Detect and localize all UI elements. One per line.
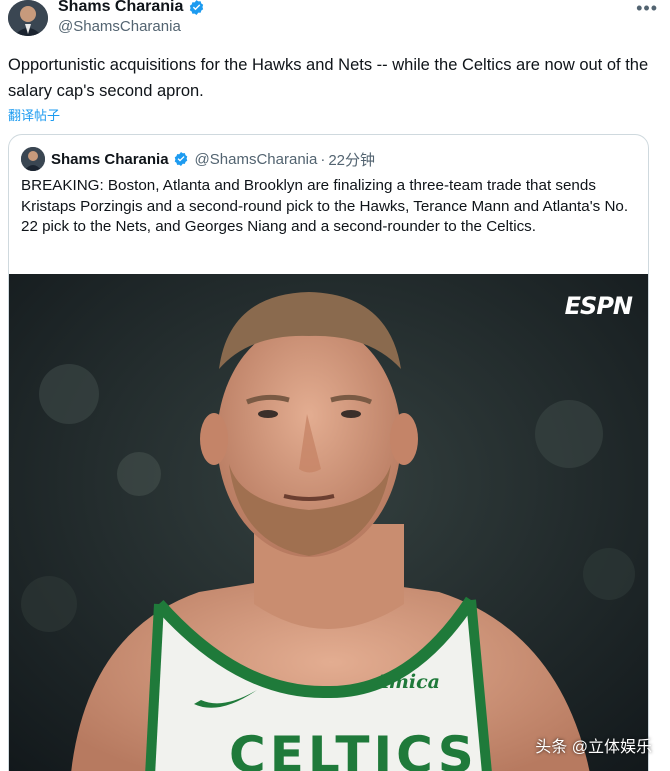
player-photo[interactable]: ESPN Amica CELTICS: [9, 274, 648, 771]
quoted-author-avatar: [21, 147, 45, 171]
quoted-tweet-text: BREAKING: Boston, Atlanta and Brooklyn a…: [21, 177, 629, 235]
author-handle[interactable]: @ShamsCharania: [58, 18, 181, 35]
tweet-text: Opportunistic acquisitions for the Hawks…: [8, 56, 649, 100]
quoted-author-handle: @ShamsCharania: [194, 150, 318, 168]
jersey-wordmark: CELTICS: [229, 726, 478, 771]
verified-badge-icon: [190, 0, 204, 15]
translate-post-link[interactable]: 翻译帖子: [8, 105, 60, 124]
jersey-sponsor: Amica: [374, 671, 440, 693]
quoted-author-name: Shams Charania: [51, 150, 169, 168]
tweet-header: Shams Charania @ShamsCharania •••: [8, 0, 662, 38]
verified-badge-icon: [174, 152, 187, 166]
quoted-tweet-card[interactable]: Shams Charania @ShamsCharania · 22分钟 BRE…: [8, 134, 649, 771]
separator-dot: ·: [320, 150, 326, 168]
author-name-row: Shams Charania: [58, 0, 205, 16]
quoted-tweet-header: Shams Charania @ShamsCharania · 22分钟: [21, 147, 375, 171]
more-horizontal-icon[interactable]: •••: [636, 0, 658, 19]
source-watermark: 头条 @立体娱乐: [535, 739, 652, 756]
author-name[interactable]: Shams Charania: [58, 0, 183, 16]
author-avatar[interactable]: [8, 0, 48, 36]
quoted-timestamp: 22分钟: [328, 151, 376, 169]
espn-logo: ESPN: [564, 292, 633, 320]
